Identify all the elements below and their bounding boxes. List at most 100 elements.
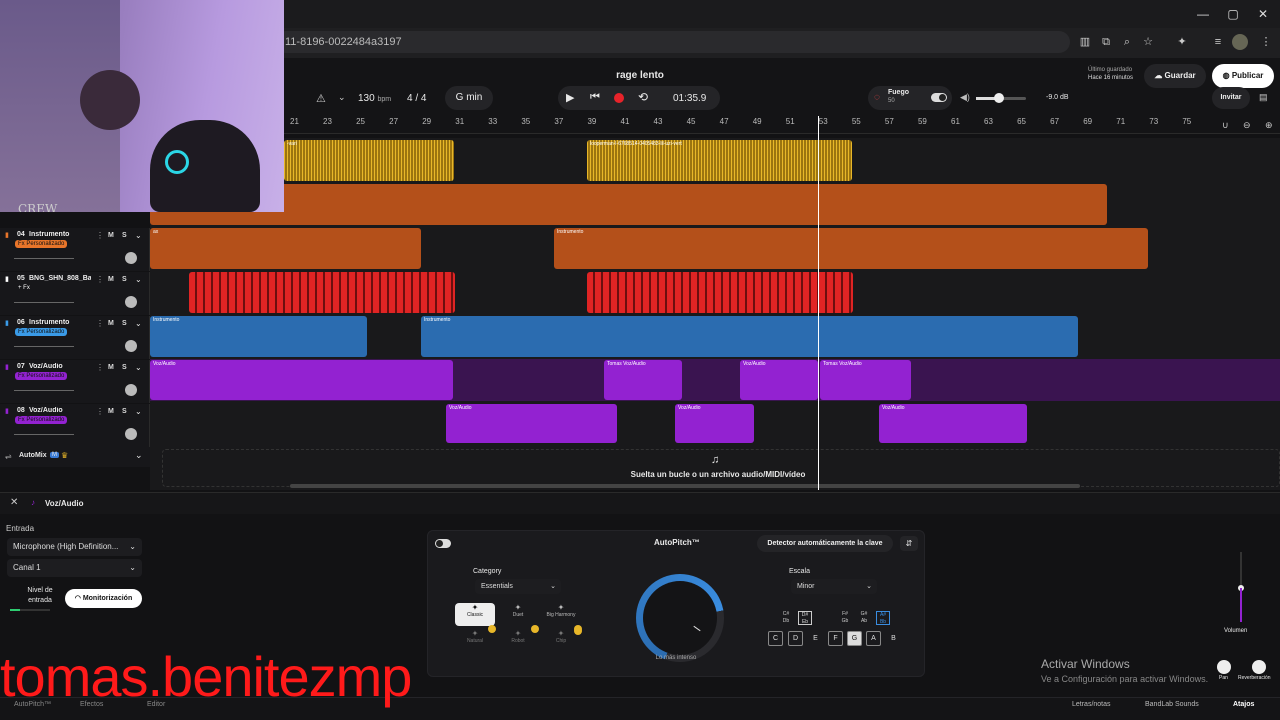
media-icon[interactable]: ≡ [1210, 34, 1226, 50]
track-volume-slider[interactable] [14, 346, 74, 347]
audio-clip[interactable]: Voz/Audio [446, 404, 617, 443]
track-pan-knob[interactable] [125, 384, 137, 396]
midi-clip[interactable]: ax [150, 228, 421, 269]
record-button[interactable] [614, 93, 624, 103]
chevron-down-icon[interactable]: ⌄ [135, 231, 142, 240]
chevron-down-icon[interactable]: ⌄ [135, 319, 142, 328]
close-panel-icon[interactable]: ✕ [10, 497, 18, 508]
fx-badge[interactable]: Fx Personalizado [15, 240, 68, 248]
midi-clip[interactable]: Instrumento [554, 228, 1148, 269]
project-title[interactable]: rage lento [580, 70, 700, 81]
track-pan-knob[interactable] [125, 340, 137, 352]
meter-display[interactable]: 4 / 4 [407, 93, 426, 104]
track-menu-icon[interactable]: ⋮ [96, 231, 104, 240]
monitoring-button[interactable]: ◠ Monitorización [65, 589, 142, 608]
playhead[interactable] [818, 116, 819, 490]
master-volume-slider[interactable] [976, 93, 1026, 103]
solo-button[interactable]: S [122, 232, 127, 239]
horizontal-scrollbar[interactable] [290, 484, 1080, 488]
track-pan-knob[interactable] [125, 428, 137, 440]
midi-clip[interactable]: Instrumento [150, 316, 367, 357]
zoom-out-icon[interactable]: ⊖ [1243, 120, 1251, 131]
autopitch-toggle[interactable] [435, 539, 451, 548]
preset-big-harmony[interactable]: ✦ Big Harmony [541, 603, 581, 626]
audio-clip[interactable]: Voz/Audio [150, 360, 453, 400]
settings-icon[interactable]: ▤ [1259, 92, 1268, 103]
fx-badge[interactable]: + Fx [15, 284, 33, 292]
preset-classic[interactable]: ✦ Classic [455, 603, 495, 626]
track-menu-icon[interactable]: ⋮ [96, 363, 104, 372]
track-menu-icon[interactable]: ⋮ [96, 407, 104, 416]
sliders-icon[interactable]: ⇵ [900, 536, 918, 551]
timeline-ruler[interactable] [150, 116, 1280, 134]
solo-button[interactable]: S [122, 276, 127, 283]
loop-button[interactable]: ⟲ [638, 90, 648, 104]
audio-clip[interactable] [189, 272, 455, 313]
mute-button[interactable]: M [108, 320, 114, 327]
midi-clip[interactable]: Instrumento [421, 316, 1078, 357]
zoom-icon[interactable]: ⌕ [1119, 34, 1135, 50]
profile-avatar[interactable] [1232, 34, 1248, 50]
sharp-key[interactable]: G# Ab [857, 611, 871, 625]
audio-clip[interactable]: -vari [284, 140, 454, 181]
track-volume-slider[interactable] [14, 390, 74, 391]
natural-key[interactable]: C [768, 631, 783, 646]
preset-duet[interactable]: ✦ Duet [498, 603, 538, 626]
track-volume-slider[interactable] [14, 434, 74, 435]
drop-zone[interactable] [162, 449, 1280, 487]
chevron-down-icon[interactable]: ⌄ [135, 450, 143, 461]
screen-share-icon[interactable]: ⧉ [1098, 34, 1114, 50]
mute-button[interactable]: M [108, 232, 114, 239]
minimize-icon[interactable]: — [1195, 6, 1211, 22]
mute-button[interactable]: M [108, 364, 114, 371]
category-select[interactable]: Essentials ⌄ [475, 579, 561, 594]
tempo-display[interactable]: 130 bpm [358, 93, 391, 104]
sharp-key[interactable]: C# Db [779, 611, 793, 625]
audio-clip[interactable]: Voz/Audio [879, 404, 1027, 443]
fx-badge[interactable]: Fx Personalizado [15, 372, 68, 380]
solo-button[interactable]: S [122, 364, 127, 371]
chevron-down-icon[interactable]: ⌄ [135, 275, 142, 284]
publish-button[interactable]: ◍ Publicar [1212, 64, 1274, 88]
detect-key-button[interactable]: Detector automáticamente la clave [757, 535, 893, 552]
audio-clip[interactable]: Voz/Audio [675, 404, 754, 443]
volume-fader[interactable] [1238, 552, 1244, 622]
pan-knob[interactable] [1217, 660, 1231, 674]
magnet-icon[interactable]: ∪ [1222, 120, 1229, 131]
browser-menu-icon[interactable]: ⋮ [1258, 34, 1274, 50]
input-device-select[interactable]: Microphone (High Definition... ⌄ [7, 538, 142, 556]
track-pan-knob[interactable] [125, 296, 137, 308]
fx-badge[interactable]: Fx Personalizado [15, 416, 68, 424]
natural-key[interactable]: E [808, 631, 823, 646]
sharp-key[interactable]: F# Gb [838, 611, 852, 625]
url-bar[interactable]: 11-8196-0022484a3197 [275, 31, 1070, 53]
reverb-knob[interactable] [1252, 660, 1266, 674]
close-window-icon[interactable]: ✕ [1255, 6, 1271, 22]
midi-clip[interactable] [150, 184, 1107, 225]
natural-key[interactable]: G [847, 631, 862, 646]
extensions-icon[interactable]: ✦ [1174, 34, 1190, 50]
audio-clip[interactable]: looperman-l-6768514-0405483-lil-uzi-vert [587, 140, 852, 181]
bookmark-star-icon[interactable]: ☆ [1140, 34, 1156, 50]
audio-clip[interactable]: Tomas Voz/Audio [604, 360, 682, 400]
track-menu-icon[interactable]: ⋮ [96, 319, 104, 328]
metronome-icon[interactable]: ⚠ [316, 92, 326, 105]
track-volume-slider[interactable] [14, 258, 74, 259]
maximize-icon[interactable]: ▢ [1225, 6, 1241, 22]
track-menu-icon[interactable]: ⋮ [96, 275, 104, 284]
natural-key[interactable]: F [828, 631, 843, 646]
natural-key[interactable]: B [886, 631, 901, 646]
play-button[interactable]: ▶ [566, 91, 574, 104]
intensity-knob[interactable] [643, 581, 717, 655]
natural-key[interactable]: A [866, 631, 881, 646]
sharp-key[interactable]: A# Bb [876, 611, 890, 625]
natural-key[interactable]: D [788, 631, 803, 646]
mute-button[interactable]: M [108, 276, 114, 283]
audio-clip[interactable] [587, 272, 853, 313]
chevron-down-icon[interactable]: ⌄ [338, 92, 346, 103]
solo-button[interactable]: S [122, 408, 127, 415]
footer-link[interactable]: Letras/notas [1072, 701, 1111, 708]
invite-button[interactable]: Invitar [1212, 87, 1250, 109]
footer-link[interactable]: Atajos [1233, 701, 1254, 708]
audio-clip[interactable]: Tomas Voz/Audio [820, 360, 911, 400]
